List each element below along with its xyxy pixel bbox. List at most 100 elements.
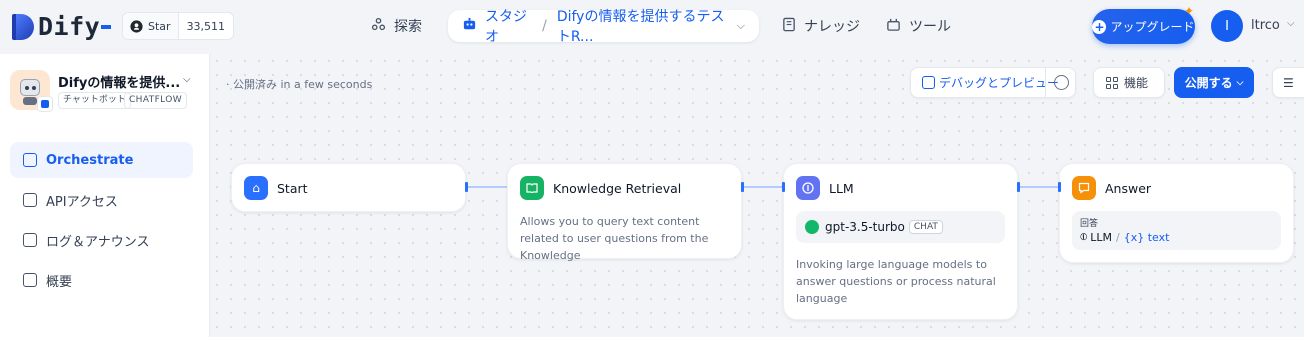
robot-eye [32,86,36,90]
sparkle-icon: ✦ [1184,4,1195,18]
top-bar: Dify Star 33,511 探索 スタジオ / Difyの情報を提供するテ… [0,0,1304,54]
chevron-down-icon[interactable]: ⌵ [737,19,745,33]
robot-body [23,97,37,105]
node-title: Answer [1105,181,1152,196]
node-knowledge-retrieval[interactable]: Knowledge Retrieval Allows you to query … [507,163,742,262]
message-icon [1072,176,1096,200]
variable-separator: / [1116,231,1120,244]
node-handle[interactable] [1017,182,1020,192]
logo-cursor [101,24,112,29]
llm-icon [796,176,820,200]
studio-app-name[interactable]: Difyの情報を提供するテストR... [557,6,729,46]
llm-small-icon: ⦶ [1080,232,1088,243]
node-title: Knowledge Retrieval [553,181,682,196]
publish-button[interactable]: 公開する ⌵ [1174,67,1254,98]
nav-tools-label: ツール [909,19,951,35]
sidebar-item-label: ログ＆アナウンス [46,234,150,250]
explore-icon [371,17,386,36]
model-selector[interactable]: gpt-3.5-turbo CHAT [796,211,1005,243]
sidebar: Difyの情報を提供... ⌵ チャットボット CHATFLOW Orchest… [0,54,210,337]
node-title: LLM [829,181,854,196]
node-description: Invoking large language models to answer… [796,258,996,305]
node-handle[interactable] [782,182,785,192]
plus-circle-icon: + [1092,19,1107,34]
sidebar-item-api-access[interactable]: APIアクセス [10,182,193,218]
nav-studio-label: スタジオ [485,9,527,45]
edge-start-knowledge [467,186,507,188]
nav-knowledge-label: ナレッジ [804,19,860,35]
node-answer[interactable]: Answer 回答 ⦶ LLM / {x} text [1059,163,1294,263]
bar-chart-icon [23,273,37,287]
robot-icon [462,17,477,36]
node-handle[interactable] [741,182,744,192]
node-title: Start [277,181,308,196]
nav-studio[interactable]: スタジオ / Difyの情報を提供するテストR... ⌵ [448,9,759,45]
sidebar-item-logs[interactable]: ログ＆アナウンス [10,222,193,258]
app-name[interactable]: Difyの情報を提供... [58,72,180,91]
history-icon[interactable] [1054,75,1069,90]
node-handle[interactable] [1058,182,1061,192]
sidebar-item-label: APIアクセス [46,194,118,210]
debug-preview-button[interactable]: デバッグとプレビュー [910,67,1076,98]
sidebar-item-orchestrate[interactable]: Orchestrate [10,142,193,178]
robot-eye [25,86,29,90]
book-icon [782,17,796,36]
upgrade-label: アップグレード [1110,20,1195,34]
github-star-count: 33,511 [186,19,226,33]
node-handle[interactable] [465,182,468,192]
nav-knowledge[interactable]: ナレッジ [782,10,860,42]
orchestrate-icon [23,153,37,167]
node-description: Allows you to query text content related… [520,215,709,262]
divider [1045,68,1046,97]
publish-status: · 公開済み in a few seconds [226,78,373,91]
nav-explore[interactable]: 探索 [371,10,422,42]
dify-logo-mark [12,13,34,40]
sidebar-item-label: 概要 [46,274,73,290]
robot-head [20,79,40,96]
answer-output-box: 回答 ⦶ LLM / {x} text [1072,211,1281,250]
book-open-icon [520,176,544,200]
checklist-button[interactable]: ☰ [1272,67,1304,98]
username[interactable]: ltrco [1251,18,1280,33]
grid-icon [1106,77,1118,89]
model-name: gpt-3.5-turbo [825,220,905,234]
openai-icon [805,220,819,234]
chatflow-badge-icon [37,96,53,112]
github-star-widget[interactable]: Star 33,511 [122,12,235,40]
github-star-label: Star [148,19,171,33]
answer-source: LLM [1090,231,1113,244]
node-llm[interactable]: LLM gpt-3.5-turbo CHAT Invoking large la… [783,163,1018,320]
github-icon [130,19,143,33]
chevron-down-icon[interactable]: ⌵ [183,74,191,85]
debug-icon [922,76,935,89]
avatar[interactable]: I [1211,10,1243,42]
chevron-down-icon[interactable]: ⌵ [1287,18,1295,29]
sidebar-item-overview[interactable]: 概要 [10,262,193,298]
app-type-tag: チャットボット [58,92,131,109]
breadcrumb-separator: / [542,18,547,34]
dify-logo[interactable]: Dify [12,12,112,41]
features-button[interactable]: 機能 [1093,67,1165,98]
answer-variable: ⦶ LLM / {x} text [1080,231,1273,244]
upgrade-button[interactable]: + アップグレード [1092,9,1195,44]
checklist-icon: ☰ [1283,75,1294,90]
chevron-down-icon: ⌵ [1236,77,1244,88]
nav-tools[interactable]: ツール [886,10,951,42]
nav-explore-label: 探索 [394,19,422,35]
model-mode-tag: CHAT [908,220,943,234]
node-start[interactable]: ⌂ Start [231,163,466,212]
answer-label: 回答 [1080,219,1099,229]
file-log-icon [23,233,37,247]
publish-label: 公開する [1184,76,1233,90]
edge-llm-answer [1019,186,1059,188]
toolbox-icon [886,17,901,36]
edge-knowledge-llm [743,186,783,188]
brand-name: Dify [38,12,101,41]
answer-var-name: {x} text [1123,231,1170,244]
app-mode-tag: CHATFLOW [124,92,188,109]
terminal-icon [23,193,37,207]
github-star-button[interactable]: Star [123,13,179,39]
home-icon: ⌂ [244,176,268,200]
features-label: 機能 [1124,76,1149,90]
sidebar-item-label: Orchestrate [46,152,134,168]
